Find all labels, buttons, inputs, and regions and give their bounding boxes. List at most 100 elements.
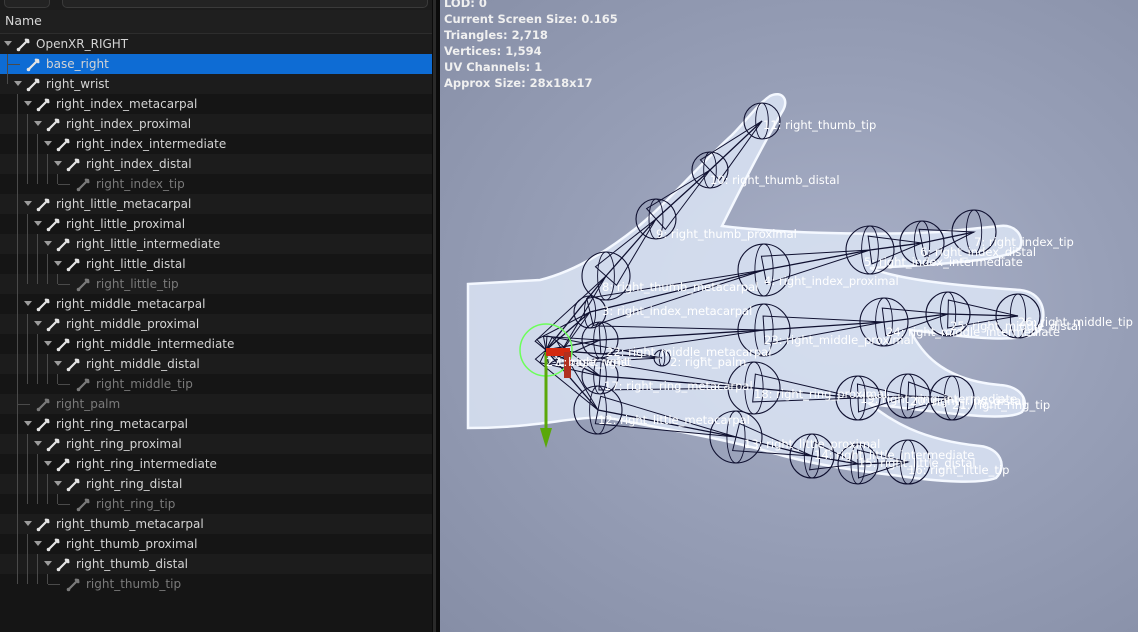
viewport-3d[interactable]: 11: right_thumb_tip 10: right_thumb_dista… [440,0,1138,632]
tree-guide-line [47,474,48,504]
expand-arrow-icon[interactable] [34,541,42,546]
tree-guide-line [17,94,18,584]
expand-arrow-icon[interactable] [54,481,62,486]
expand-arrow-icon[interactable] [34,441,42,446]
bone-icon [36,297,50,312]
expand-arrow-icon[interactable] [34,221,42,226]
expand-arrow-icon[interactable] [14,81,22,86]
bone-label: 10: right_thumb_distal [710,173,840,187]
tree-row[interactable]: right_little_intermediate [0,234,432,254]
toolbar-strip [0,0,432,10]
tree-guide-line [37,234,38,284]
tree-row[interactable]: right_little_proximal [0,214,432,234]
bone-icon [36,197,50,212]
bone-icon [36,417,50,432]
tree-guide-line [37,554,38,584]
tree-row[interactable]: right_ring_distal [0,474,432,494]
tree-row[interactable]: right_index_intermediate [0,134,432,154]
tree-row[interactable]: base_right [0,54,432,74]
tree-row[interactable]: right_wrist [0,74,432,94]
tree-row[interactable]: right_thumb_proximal [0,534,432,554]
column-header-name: Name [5,13,42,28]
bone-label: 17: right_ring_metacarpal [604,379,753,393]
bone-label: 3: right_index_metacarpal [602,304,752,318]
bone-label: 12: right_little_metacarpal [598,413,750,427]
expand-arrow-icon[interactable] [24,421,32,426]
tree-row[interactable]: right_middle_proximal [0,314,432,334]
expand-arrow-icon[interactable] [24,101,32,106]
tree-row-label: right_ring_intermediate [76,457,217,471]
tree-row[interactable]: right_middle_distal [0,354,432,374]
tree-row[interactable]: right_ring_tip [0,494,432,514]
tree-row[interactable]: right_middle_intermediate [0,334,432,354]
expand-arrow-icon[interactable] [44,241,52,246]
expand-arrow-icon[interactable] [54,161,62,166]
expand-arrow-icon[interactable] [24,201,32,206]
tree-guide-line [27,114,28,184]
tree-row[interactable]: right_thumb_distal [0,554,432,574]
tree-row[interactable]: right_little_tip [0,274,432,294]
tree-row[interactable]: right_thumb_tip [0,574,432,594]
expand-arrow-icon[interactable] [44,561,52,566]
tree-row-label: right_middle_metacarpal [56,297,206,311]
tree-row-label: OpenXR_RIGHT [36,37,129,51]
bone-label: 21: right_ring_tip [952,398,1050,412]
expand-arrow-icon[interactable] [4,41,12,46]
stat-vertices: Vertices: 1,594 [444,44,542,58]
tree-guide-line [47,154,48,184]
tree-connector [8,64,20,65]
expand-arrow-icon[interactable] [34,321,42,326]
tree-row[interactable]: right_index_proximal [0,114,432,134]
bone-icon [46,217,60,232]
tree-row[interactable]: right_middle_metacarpal [0,294,432,314]
expand-arrow-icon[interactable] [34,121,42,126]
panel-splitter[interactable] [432,0,440,632]
expand-arrow-icon[interactable] [24,521,32,526]
bone-icon [76,177,90,192]
gizmo-z-arrowhead [540,428,552,448]
tree-row[interactable]: right_ring_proximal [0,434,432,454]
expand-arrow-icon[interactable] [44,141,52,146]
tree-row[interactable]: right_ring_metacarpal [0,414,432,434]
tree-row[interactable]: right_palm [0,394,432,414]
tree-row[interactable]: right_index_metacarpal [0,94,432,114]
tree-connector [58,384,70,385]
tree-guide-line [47,574,48,584]
tree-row-label: right_index_distal [86,157,192,171]
tree-guide-line [57,494,58,504]
bone-icon [36,517,50,532]
tree-row[interactable]: right_ring_intermediate [0,454,432,474]
tree-guide-line [47,354,48,384]
expand-arrow-icon[interactable] [54,261,62,266]
stat-triangles: Triangles: 2,718 [444,28,548,42]
bone-label: 1: right_wrist [556,355,632,369]
tree-row[interactable]: right_index_distal [0,154,432,174]
tree-row[interactable]: right_middle_tip [0,374,432,394]
tree-row[interactable]: OpenXR_RIGHT [0,34,432,54]
tree-row[interactable]: right_thumb_metacarpal [0,514,432,534]
bone-icon [66,577,80,592]
expand-arrow-icon[interactable] [24,301,32,306]
tree-row[interactable]: right_index_tip [0,174,432,194]
expand-arrow-icon[interactable] [54,361,62,366]
tree-row-label: right_little_metacarpal [56,197,192,211]
tree-row-label: right_ring_metacarpal [56,417,189,431]
expand-arrow-icon[interactable] [44,461,52,466]
expand-arrow-icon[interactable] [44,341,52,346]
tree-row[interactable]: right_little_distal [0,254,432,274]
bone-label: 16: right_little_tip [908,463,1009,477]
bone-label: 23: right_middle_proximal [764,333,914,347]
skeleton-tree-panel: Name OpenXR_RIGHT base_right right_wrist ri… [0,0,432,632]
stat-approx-size: Approx Size: 28x18x17 [444,76,593,90]
tree-column-header[interactable]: Name [0,10,432,34]
tree-row[interactable]: right_little_metacarpal [0,194,432,214]
search-input[interactable] [62,0,428,8]
tree-connector [58,184,70,185]
tree-row-label: right_little_tip [96,277,179,291]
bone-label: 11: right_thumb_tip [763,118,876,132]
bone-label: 5: right_index_intermediate [864,255,1023,269]
stat-screen-size: Current Screen Size: 0.165 [444,12,618,26]
toolbar-button[interactable] [4,0,50,8]
tree-guide-line [27,314,28,384]
bone-icon [26,77,40,92]
